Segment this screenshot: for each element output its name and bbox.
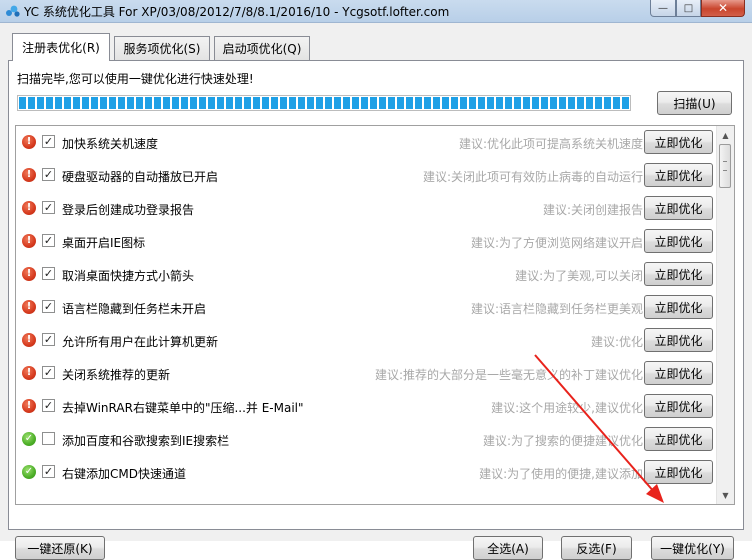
app-leaf-icon [6,5,20,17]
scan-button[interactable]: 扫描(U) [657,91,732,115]
list-item: ! ✓ 允许所有用户在此计算机更新 建议:优化 立即优化 [16,324,717,357]
list-item: ! ✓ 取消桌面快捷方式小箭头 建议:为了美观,可以关闭 立即优化 [16,258,717,291]
list-item: ! ✓ 语言栏隐藏到任务栏未开启 建议:语言栏隐藏到任务栏更美观 立即优化 [16,291,717,324]
item-label: 去掉WinRAR右键菜单中的"压缩...并 E-Mail" [62,401,304,415]
item-label: 硬盘驱动器的自动播放已开启 [62,170,219,184]
invert-selection-button[interactable]: 反选(F) [561,536,632,560]
check-ok-icon: ✓ [22,465,36,479]
scan-status-text: 扫描完毕,您可以使用一键优化进行快速处理! [17,72,254,86]
maximize-icon: □ [683,2,694,14]
item-hint: 建议:为了美观,可以关闭 [515,269,643,283]
warning-icon: ! [22,234,36,248]
tab-startup[interactable]: 启动项优化(Q) [214,36,310,60]
item-checkbox[interactable]: ✓ [42,333,55,346]
item-checkbox[interactable]: ✓ [42,267,55,280]
item-label: 添加百度和谷歌搜索到IE搜索栏 [62,434,230,448]
close-button[interactable]: ✕ [701,0,745,17]
list-item: ! ✓ 加快系统关机速度 建议:优化此项可提高系统关机速度 立即优化 [16,126,717,159]
check-ok-icon: ✓ [22,432,36,446]
warning-icon: ! [22,399,36,413]
warning-icon: ! [22,201,36,215]
item-hint: 建议:关闭此项可有效防止病毒的自动运行 [422,170,643,184]
scroll-down-icon[interactable]: ▼ [718,487,733,503]
scroll-thumb[interactable] [719,144,731,188]
window-client: 注册表优化(R) 服务项优化(S) 启动项优化(Q) 扫描完毕,您可以使用一键优… [0,23,752,560]
item-checkbox[interactable]: ✓ [42,168,55,181]
list-item: ! ✓ 关闭系统推荐的更新 建议:推荐的大部分是一些毫无意义的补丁建议优化 立即优化 [16,357,717,390]
list-item: ✓ ✓ 右键添加CMD快速通道 建议:为了使用的便捷,建议添加 立即优化 [16,456,717,489]
item-checkbox[interactable]: ✓ [42,135,55,148]
title-bar: YC 系统优化工具 For XP/03/08/2012/7/8/8.1/2016… [0,0,752,23]
item-hint: 建议:语言栏隐藏到任务栏更美观 [470,302,643,316]
warning-icon: ! [22,333,36,347]
list-item: ✓ 添加百度和谷歌搜索到IE搜索栏 建议:为了搜索的便捷建议优化 立即优化 [16,423,717,456]
optimize-now-button[interactable]: 立即优化 [644,460,713,484]
item-checkbox[interactable]: ✓ [42,234,55,247]
optimize-now-button[interactable]: 立即优化 [644,295,713,319]
item-hint: 建议:为了方便浏览网络建议开启 [470,236,643,250]
item-label: 允许所有用户在此计算机更新 [62,335,219,349]
list-item: ! ✓ 登录后创建成功登录报告 建议:关闭创建报告 立即优化 [16,192,717,225]
optimize-now-button[interactable]: 立即优化 [644,196,713,220]
warning-icon: ! [22,135,36,149]
item-checkbox[interactable]: ✓ [42,465,55,478]
minimize-icon: — [658,2,668,14]
optimize-now-button[interactable]: 立即优化 [644,163,713,187]
item-hint: 建议:优化 [590,335,643,349]
optimize-now-button[interactable]: 立即优化 [644,262,713,286]
tab-label: 注册表优化(R) [22,41,100,55]
optimization-list: ▲ ▼ ! ✓ 加快系统关机速度 建议:优化此项可提高系统关机速度 立即优化! ✓ 硬盘驱动… [15,125,735,505]
item-hint: 建议:这个用途较少,建议优化 [491,401,643,415]
item-label: 关闭系统推荐的更新 [62,368,171,382]
optimize-now-button[interactable]: 立即优化 [644,427,713,451]
item-hint: 建议:优化此项可提高系统关机速度 [458,137,643,151]
restore-button[interactable]: 一键还原(K) [15,536,105,560]
item-hint: 建议:为了使用的便捷,建议添加 [479,467,643,481]
tab-label: 服务项优化(S) [123,42,201,56]
item-hint: 建议:推荐的大部分是一些毫无意义的补丁建议优化 [374,368,643,382]
scan-progress-bar [17,95,631,111]
maximize-button[interactable]: □ [676,0,701,17]
item-label: 登录后创建成功登录报告 [62,203,195,217]
progress-fill [19,97,629,109]
warning-icon: ! [22,366,36,380]
close-icon: ✕ [717,1,729,15]
list-item: ! ✓ 硬盘驱动器的自动播放已开启 建议:关闭此项可有效防止病毒的自动运行 立即优化 [16,159,717,192]
item-checkbox[interactable]: ✓ [42,201,55,214]
optimize-now-button[interactable]: 立即优化 [644,394,713,418]
scroll-up-icon[interactable]: ▲ [718,127,733,143]
item-checkbox[interactable]: ✓ [42,366,55,379]
tab-registry[interactable]: 注册表优化(R) [12,33,110,61]
item-checkbox[interactable]: ✓ [42,399,55,412]
item-hint: 建议:关闭创建报告 [542,203,643,217]
warning-icon: ! [22,168,36,182]
item-label: 取消桌面快捷方式小箭头 [62,269,195,283]
item-label: 右键添加CMD快速通道 [62,467,186,481]
item-hint: 建议:为了搜索的便捷建议优化 [482,434,643,448]
window-title: YC 系统优化工具 For XP/03/08/2012/7/8/8.1/2016… [24,5,450,19]
optimize-now-button[interactable]: 立即优化 [644,229,713,253]
tab-label: 启动项优化(Q) [222,42,302,56]
warning-icon: ! [22,300,36,314]
optimize-now-button[interactable]: 立即优化 [644,361,713,385]
registry-panel: 扫描完毕,您可以使用一键优化进行快速处理! 扫描(U) ▲ ▼ ! ✓ 加快系统关机… [8,60,744,560]
item-label: 加快系统关机速度 [62,137,159,151]
select-all-button[interactable]: 全选(A) [473,536,543,560]
tab-services[interactable]: 服务项优化(S) [114,36,210,60]
list-item: ! ✓ 桌面开启IE图标 建议:为了方便浏览网络建议开启 立即优化 [16,225,717,258]
item-label: 桌面开启IE图标 [62,236,146,250]
item-checkbox[interactable]: ✓ [42,300,55,313]
optimize-now-button[interactable]: 立即优化 [644,328,713,352]
item-label: 语言栏隐藏到任务栏未开启 [62,302,207,316]
minimize-button[interactable]: — [650,0,676,17]
optimize-now-button[interactable]: 立即优化 [644,130,713,154]
one-click-optimize-button[interactable]: 一键优化(Y) [651,536,734,560]
item-checkbox[interactable] [42,432,55,445]
list-scrollbar[interactable]: ▲ ▼ [716,126,734,504]
list-item: ! ✓ 去掉WinRAR右键菜单中的"压缩...并 E-Mail" 建议:这个用途较少… [16,390,717,423]
warning-icon: ! [22,267,36,281]
